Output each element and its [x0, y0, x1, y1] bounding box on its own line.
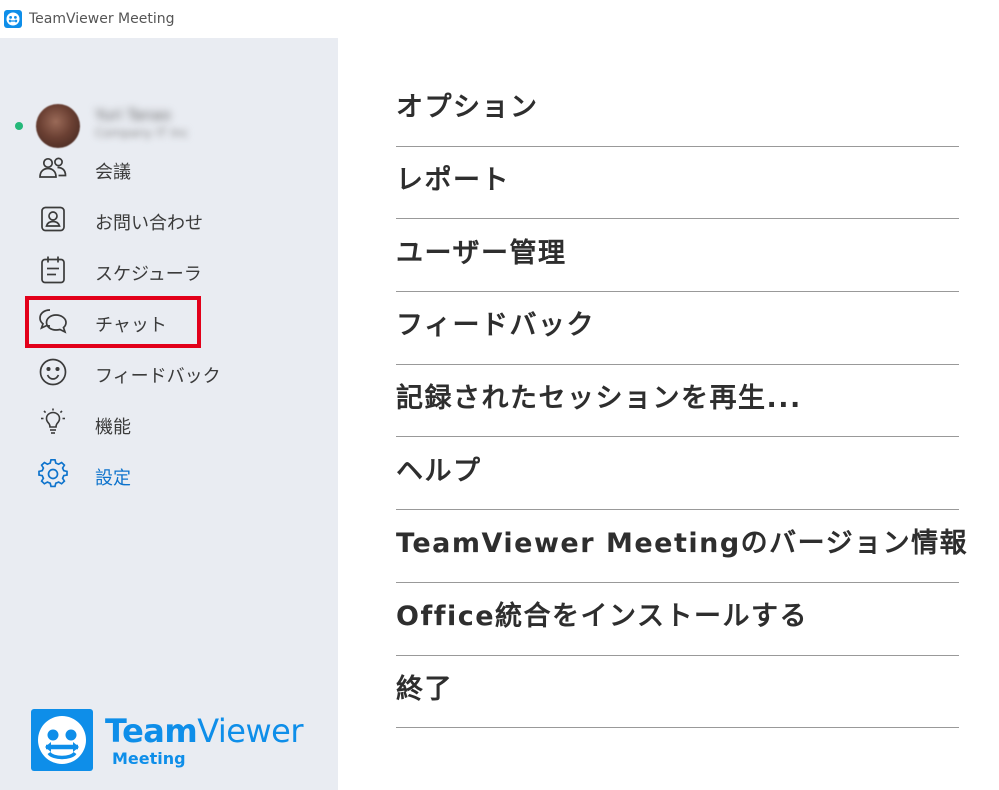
menu-item-feedback[interactable]: フィードバック: [396, 292, 959, 365]
brand-wordmark: TeamViewer: [105, 712, 303, 750]
online-status-dot: [15, 122, 23, 130]
title-bar: TeamViewer Meeting: [0, 0, 999, 38]
sidebar-item-settings[interactable]: 設定: [0, 452, 338, 496]
user-profile[interactable]: Yuri Tanao Company IT Inc: [0, 98, 338, 148]
sidebar-item-label: 会議: [95, 162, 131, 183]
settings-menu-list: オプション レポート ユーザー管理 フィードバック 記録されたセッションを再生.…: [396, 74, 967, 729]
chat-bubbles-icon: [37, 307, 69, 335]
contact-card-icon: [37, 205, 69, 233]
lightbulb-icon: [37, 408, 69, 437]
window-title: TeamViewer Meeting: [29, 11, 175, 27]
brand-subtitle: Meeting: [112, 749, 186, 768]
sidebar-item-label: 設定: [95, 468, 131, 489]
menu-item-about[interactable]: TeamViewer Meetingのバージョン情報: [396, 510, 967, 583]
menu-item-exit[interactable]: 終了: [396, 656, 959, 729]
profile-name: Yuri Tanao: [95, 106, 171, 124]
sidebar-item-scheduler[interactable]: スケジューラ: [0, 248, 338, 292]
menu-item-play-recorded-session[interactable]: 記録されたセッションを再生...: [396, 365, 959, 438]
menu-item-help[interactable]: ヘルプ: [396, 437, 959, 511]
teamviewer-app-icon: [4, 10, 22, 28]
sidebar: Yuri Tanao Company IT Inc 会議 お問い合わせ スケジュ…: [0, 38, 338, 790]
menu-item-options[interactable]: オプション: [396, 74, 959, 147]
sidebar-item-label: チャット: [95, 315, 167, 336]
settings-menu-panel: オプション レポート ユーザー管理 フィードバック 記録されたセッションを再生.…: [338, 38, 999, 790]
gear-icon: [37, 459, 69, 488]
menu-item-reports[interactable]: レポート: [396, 147, 959, 220]
calendar-icon: [37, 256, 69, 284]
sidebar-item-label: フィードバック: [95, 366, 221, 387]
sidebar-item-features[interactable]: 機能: [0, 401, 338, 445]
teamviewer-logo-icon: [31, 709, 93, 771]
sidebar-item-feedback[interactable]: フィードバック: [0, 350, 338, 394]
people-icon: [37, 154, 69, 182]
sidebar-item-label: 機能: [95, 417, 131, 438]
sidebar-item-label: スケジューラ: [95, 264, 202, 285]
menu-item-user-management[interactable]: ユーザー管理: [396, 219, 959, 293]
brand-logo: TeamViewer Meeting: [31, 709, 311, 773]
profile-company: Company IT Inc: [95, 126, 189, 140]
menu-item-install-office-integration[interactable]: Office統合をインストールする: [396, 583, 959, 656]
smiley-icon: [37, 358, 69, 386]
sidebar-item-chat[interactable]: チャット: [0, 299, 338, 343]
avatar[interactable]: [36, 104, 80, 148]
sidebar-item-contacts[interactable]: お問い合わせ: [0, 197, 338, 241]
sidebar-item-meetings[interactable]: 会議: [0, 146, 338, 190]
sidebar-item-label: お問い合わせ: [95, 213, 203, 234]
